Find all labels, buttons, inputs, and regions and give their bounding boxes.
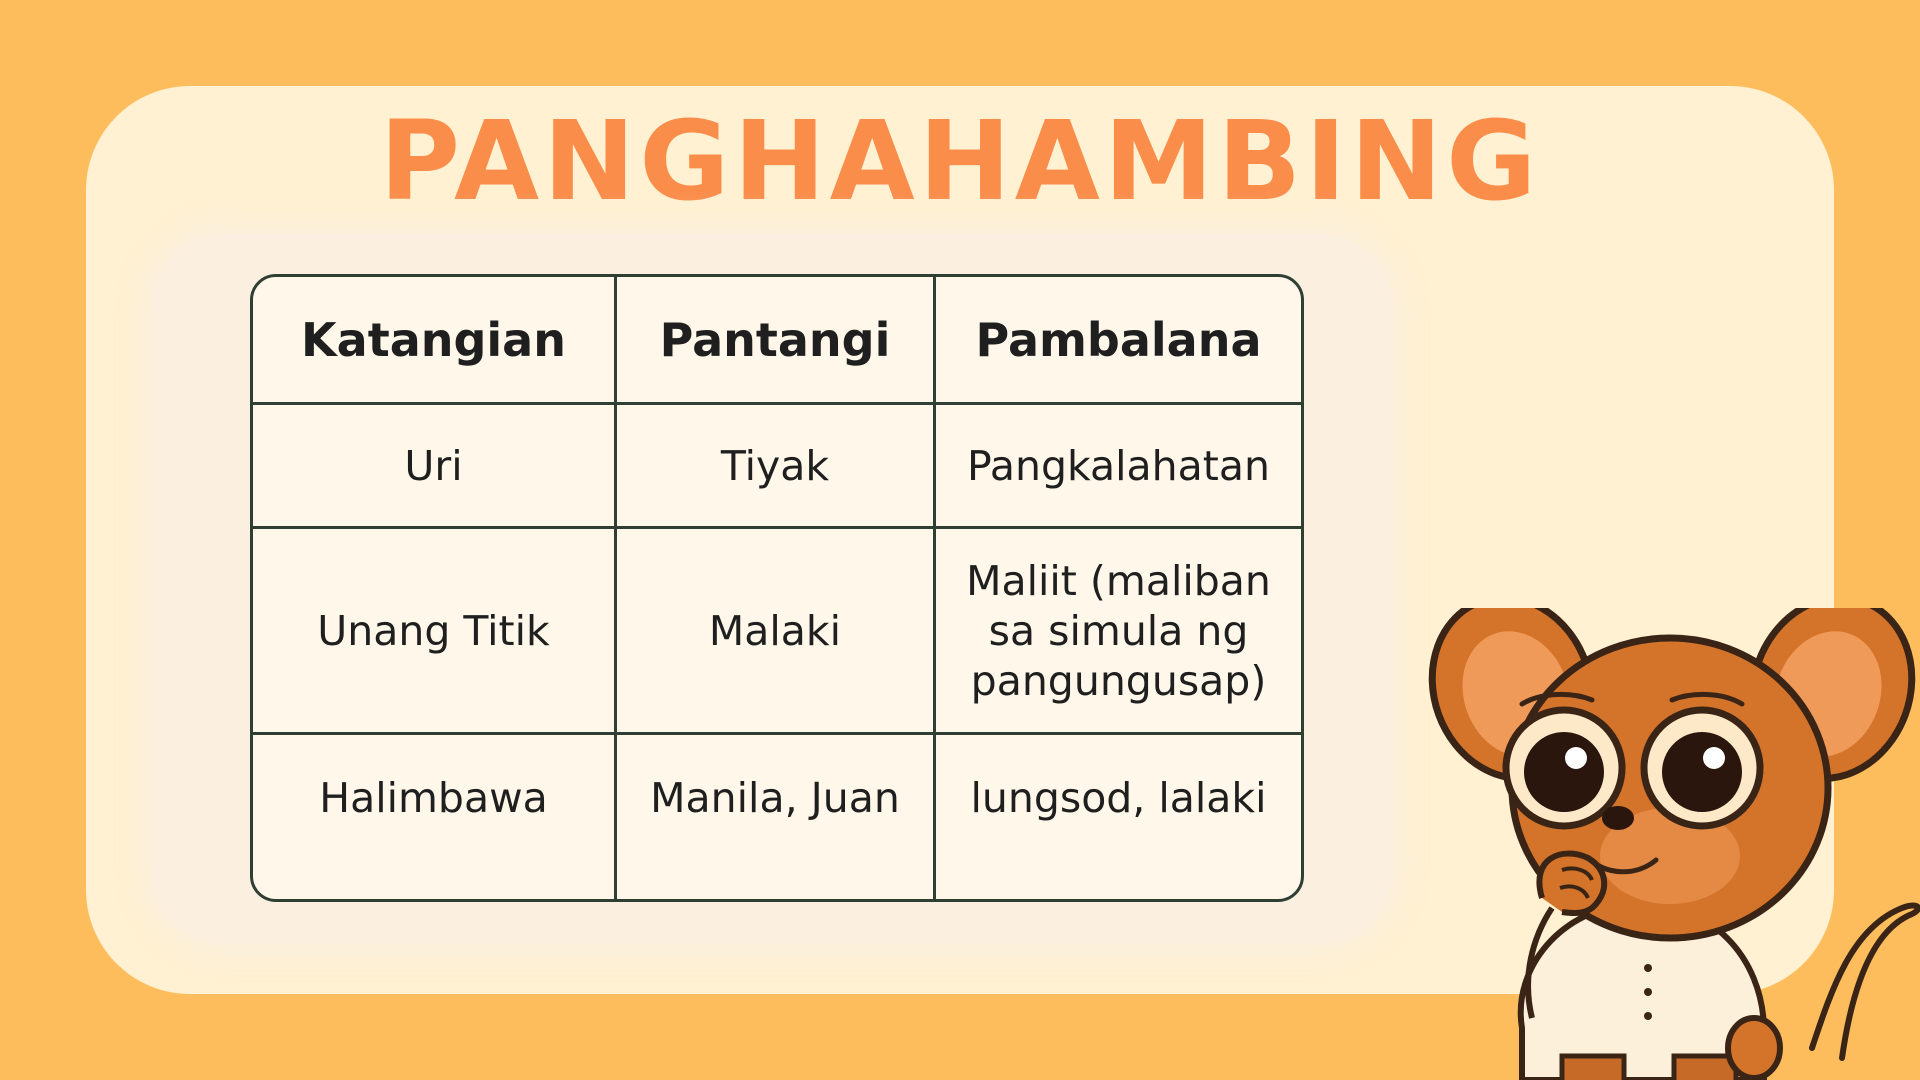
header-cell-pantangi: Pantangi bbox=[617, 277, 936, 402]
table-row: Unang Titik Malaki Maliit (maliban sa si… bbox=[253, 529, 1301, 735]
header-cell-katangian: Katangian bbox=[253, 277, 617, 402]
table-cell: Unang Titik bbox=[253, 529, 617, 732]
table-cell: Maliit (maliban sa simula ng pangungusap… bbox=[966, 556, 1271, 705]
mascot-tail bbox=[1809, 902, 1920, 1061]
table-cell: lungsod, lalaki bbox=[970, 774, 1267, 822]
table-cell: Halimbawa bbox=[253, 735, 617, 899]
table-cell: Pangkalahatan bbox=[967, 441, 1270, 490]
table-header-row: Katangian Pantangi Pambalana bbox=[253, 277, 1301, 405]
table-row: Uri Tiyak Pangkalahatan bbox=[253, 405, 1301, 529]
mascot-hand bbox=[1536, 850, 1608, 916]
header-cell-pambalana: Pambalana bbox=[975, 312, 1262, 367]
tarsier-mascot-icon bbox=[1428, 608, 1920, 1080]
slide-title: PANGHAHAMBING bbox=[379, 97, 1541, 225]
comparison-table: Katangian Pantangi Pambalana Uri Tiyak P… bbox=[250, 274, 1304, 902]
table-cell: Malaki bbox=[617, 529, 936, 732]
table-cell: Uri bbox=[253, 405, 617, 526]
table-row: Halimbawa Manila, Juan lungsod, lalaki bbox=[253, 735, 1301, 899]
table-cell: Tiyak bbox=[617, 405, 936, 526]
table-cell: Manila, Juan bbox=[617, 735, 936, 899]
